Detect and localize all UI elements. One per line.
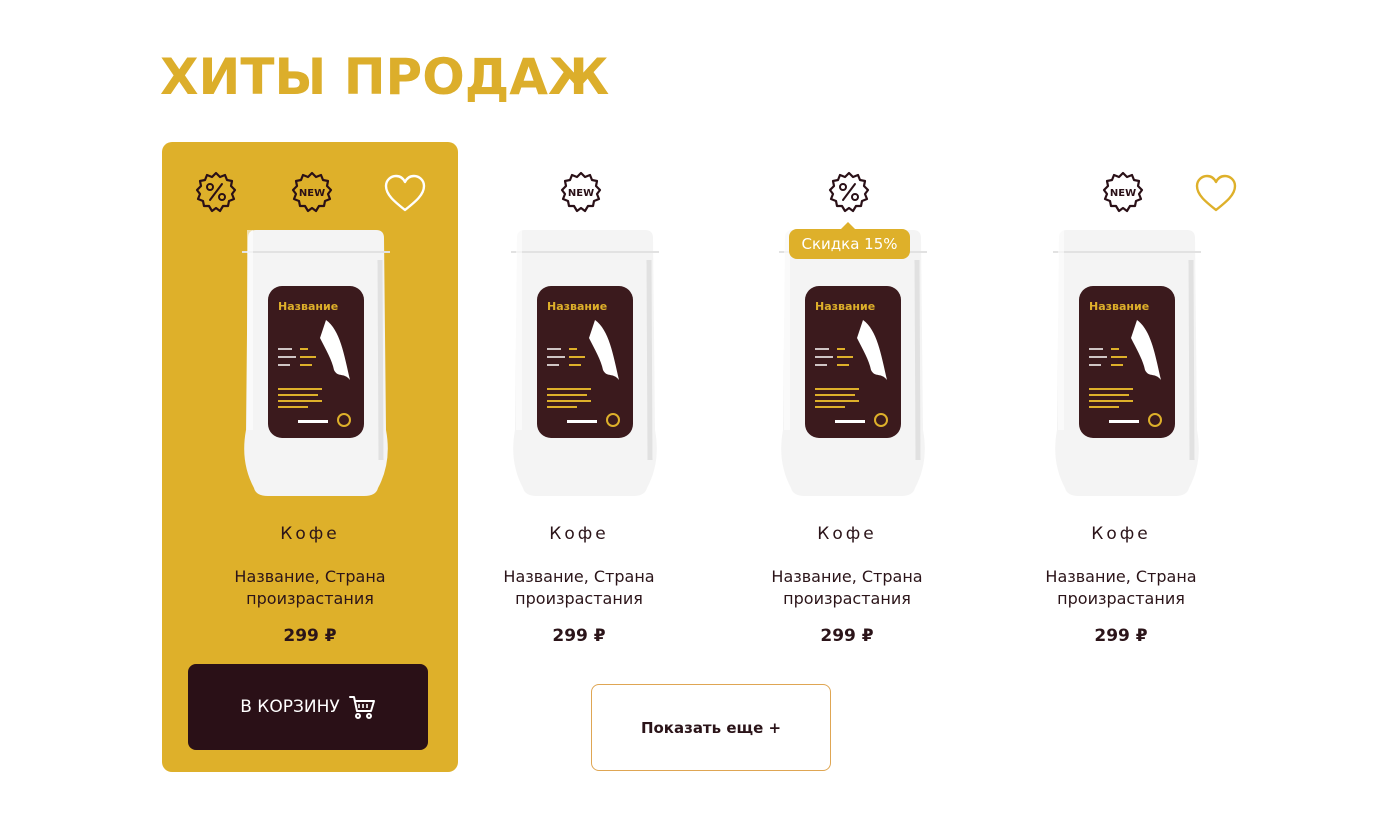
favorite-heart-icon[interactable] bbox=[1194, 172, 1238, 216]
bag-label-title: Название bbox=[278, 300, 338, 313]
bag-label-title: Название bbox=[547, 300, 607, 313]
favorite-heart-icon[interactable] bbox=[383, 172, 427, 216]
coffee-bag-image: Название bbox=[1051, 230, 1203, 496]
product-description-line2: произрастания bbox=[783, 589, 911, 608]
new-badge-icon[interactable]: NEW bbox=[559, 170, 603, 214]
add-to-cart-button[interactable]: В КОРЗИНУ bbox=[188, 664, 428, 750]
product-description: Название, Страна произрастания bbox=[431, 566, 727, 610]
svg-text:NEW: NEW bbox=[299, 188, 325, 199]
new-badge-icon[interactable]: NEW bbox=[290, 170, 334, 214]
svg-text:NEW: NEW bbox=[568, 188, 594, 199]
show-more-button[interactable]: Показать еще + bbox=[591, 684, 831, 771]
product-description: Название, Страна произрастания bbox=[973, 566, 1269, 610]
product-description-line1: Название, Страна bbox=[234, 567, 386, 586]
product-name: Кофе bbox=[280, 524, 340, 544]
section-title: ХИТЫ ПРОДАЖ bbox=[160, 48, 610, 106]
product-description-line2: произрастания bbox=[246, 589, 374, 608]
coffee-bag-image: Название bbox=[240, 230, 392, 496]
product-card[interactable]: NEW Название Кофе Название, Страна произ… bbox=[162, 142, 458, 772]
product-description-line2: произрастания bbox=[515, 589, 643, 608]
svg-text:NEW: NEW bbox=[1110, 188, 1136, 199]
product-description-line2: произрастания bbox=[1057, 589, 1185, 608]
product-price: 299 ₽ bbox=[1094, 626, 1148, 646]
product-name: Кофе bbox=[1091, 524, 1151, 544]
discount-badge-icon[interactable] bbox=[827, 170, 871, 214]
product-description-line1: Название, Страна bbox=[771, 567, 923, 586]
product-price: 299 ₽ bbox=[283, 626, 337, 646]
product-description: Название, Страна произрастания bbox=[162, 566, 458, 610]
product-name: Кофе bbox=[549, 524, 609, 544]
discount-badge-icon[interactable] bbox=[194, 170, 238, 214]
product-card[interactable]: NEW Название Кофе Название, Страна произ… bbox=[431, 142, 727, 772]
coffee-bag-image: Название bbox=[777, 230, 929, 496]
product-description: Название, Страна произрастания bbox=[699, 566, 995, 610]
product-price: 299 ₽ bbox=[820, 626, 874, 646]
discount-tooltip: Скидка 15% bbox=[789, 222, 910, 259]
product-price: 299 ₽ bbox=[552, 626, 606, 646]
product-card[interactable]: NEW Название Кофе Название, Страна произ… bbox=[973, 142, 1269, 772]
product-description-line1: Название, Страна bbox=[1045, 567, 1197, 586]
bag-label-title: Название bbox=[815, 300, 875, 313]
product-description-line1: Название, Страна bbox=[503, 567, 655, 586]
cart-icon bbox=[348, 693, 376, 721]
bag-label-title: Название bbox=[1089, 300, 1149, 313]
product-name: Кофе bbox=[817, 524, 877, 544]
add-to-cart-label: В КОРЗИНУ bbox=[240, 697, 340, 717]
coffee-bag-image: Название bbox=[509, 230, 661, 496]
new-badge-icon[interactable]: NEW bbox=[1101, 170, 1145, 214]
